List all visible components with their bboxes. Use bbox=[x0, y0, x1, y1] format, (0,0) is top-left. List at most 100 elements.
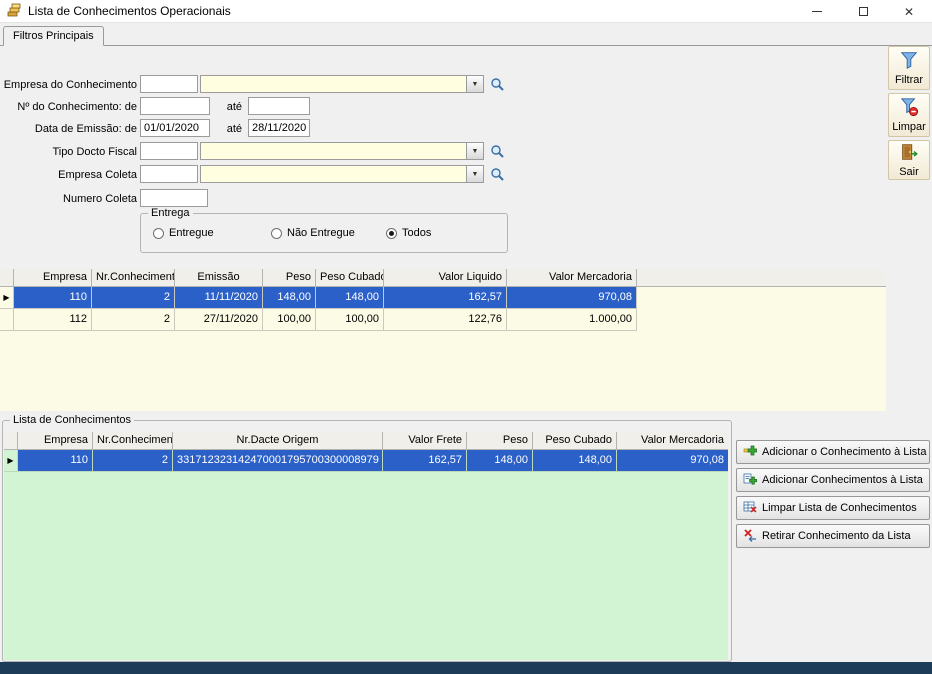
filtrar-label: Filtrar bbox=[895, 74, 923, 86]
cell-valor-mercadoria[interactable]: 970,08 bbox=[507, 287, 637, 309]
data-emissao-de-input[interactable] bbox=[140, 119, 210, 137]
table-row[interactable]: 112 2 27/11/2020 100,00 100,00 122,76 1.… bbox=[0, 309, 886, 331]
column-header-filler bbox=[637, 269, 886, 287]
filter-icon bbox=[899, 50, 919, 73]
close-icon: ✕ bbox=[904, 6, 914, 18]
empresa-coleta-combo[interactable]: ▼ bbox=[200, 165, 484, 183]
entrega-group-label: Entrega bbox=[148, 207, 193, 219]
chevron-down-icon[interactable]: ▼ bbox=[466, 143, 483, 159]
conhecimentos-grid: Empresa Nr.Conhecimento Emissão Peso Pes… bbox=[0, 269, 886, 411]
empresa-coleta-label: Empresa Coleta bbox=[0, 169, 137, 181]
radio-nao-entregue[interactable]: Não Entregue bbox=[271, 227, 355, 239]
num-conhecimento-de-input[interactable] bbox=[140, 97, 210, 115]
window-controls: ✕ bbox=[794, 0, 932, 23]
row-indicator-icon: ▶ bbox=[7, 456, 13, 465]
cell-empresa[interactable]: 110 bbox=[14, 287, 92, 309]
cell-empresa[interactable]: 112 bbox=[14, 309, 92, 331]
cell-valor-liquido[interactable]: 122,76 bbox=[384, 309, 507, 331]
button-label: Adicionar o Conhecimento à Lista bbox=[762, 446, 926, 458]
empresa-conhecimento-code-input[interactable] bbox=[140, 75, 198, 93]
column-header: Peso bbox=[263, 269, 316, 287]
empresa-coleta-code-input[interactable] bbox=[140, 165, 198, 183]
radio-entregue[interactable]: Entregue bbox=[153, 227, 214, 239]
lista-grid-header: Empresa Nr.Conhecimento Nr.Dacte Origem … bbox=[4, 432, 728, 450]
row-indicator: ▶ bbox=[4, 450, 18, 472]
cell-nr-conhecimento[interactable]: 2 bbox=[93, 450, 173, 472]
limpar-lista-button[interactable]: Limpar Lista de Conhecimentos bbox=[736, 496, 930, 520]
window-title: Lista de Conhecimentos Operacionais bbox=[28, 4, 231, 18]
radio-todos[interactable]: Todos bbox=[386, 227, 431, 239]
cell-emissao[interactable]: 27/11/2020 bbox=[175, 309, 263, 331]
conhecimentos-grid-header: Empresa Nr.Conhecimento Emissão Peso Pes… bbox=[0, 269, 886, 287]
column-header: Valor Mercadoria bbox=[617, 432, 728, 450]
tipo-docto-label: Tipo Docto Fiscal bbox=[0, 146, 137, 158]
empresa-conhecimento-search-icon[interactable] bbox=[490, 77, 505, 92]
radio-nao-entregue-label: Não Entregue bbox=[287, 227, 355, 239]
filtrar-button[interactable]: Filtrar bbox=[888, 46, 930, 90]
entrega-groupbox: Entrega Entregue Não Entregue Todos bbox=[140, 213, 508, 253]
cell-peso-cubado[interactable]: 148,00 bbox=[533, 450, 617, 472]
cell-peso[interactable]: 100,00 bbox=[263, 309, 316, 331]
data-emissao-ate-input[interactable] bbox=[248, 119, 310, 137]
cell-peso[interactable]: 148,00 bbox=[467, 450, 533, 472]
column-header: Nr.Dacte Origem bbox=[173, 432, 383, 450]
chevron-down-icon[interactable]: ▼ bbox=[466, 166, 483, 182]
row-filler bbox=[637, 309, 886, 331]
table-row[interactable]: ▶ 110 2 11/11/2020 148,00 148,00 162,57 … bbox=[0, 287, 886, 309]
remove-item-icon bbox=[743, 528, 757, 545]
column-header: Valor Mercadoria bbox=[507, 269, 637, 287]
empresa-conhecimento-label: Empresa do Conhecimento bbox=[0, 79, 137, 91]
close-button[interactable]: ✕ bbox=[886, 0, 932, 23]
cell-valor-mercadoria[interactable]: 970,08 bbox=[617, 450, 728, 472]
column-header: Valor Liquido bbox=[384, 269, 507, 287]
add-item-icon bbox=[743, 444, 757, 461]
column-header: Peso Cubado bbox=[316, 269, 384, 287]
filter-clear-icon bbox=[899, 97, 919, 120]
cell-peso-cubado[interactable]: 100,00 bbox=[316, 309, 384, 331]
cell-valor-mercadoria[interactable]: 1.000,00 bbox=[507, 309, 637, 331]
button-label: Adicionar Conhecimentos à Lista bbox=[762, 474, 923, 486]
cell-empresa[interactable]: 110 bbox=[18, 450, 93, 472]
maximize-button[interactable] bbox=[840, 0, 886, 23]
minimize-button[interactable] bbox=[794, 0, 840, 23]
adicionar-conhecimentos-button[interactable]: Adicionar Conhecimentos à Lista bbox=[736, 468, 930, 492]
bottom-bar bbox=[0, 662, 932, 674]
cell-peso[interactable]: 148,00 bbox=[263, 287, 316, 309]
sair-button[interactable]: Sair bbox=[888, 140, 930, 180]
limpar-button[interactable]: Limpar bbox=[888, 93, 930, 137]
cell-valor-liquido[interactable]: 162,57 bbox=[384, 287, 507, 309]
title-bar: Lista de Conhecimentos Operacionais ✕ bbox=[0, 0, 932, 23]
app-icon bbox=[6, 3, 22, 19]
radio-entregue-label: Entregue bbox=[169, 227, 214, 239]
chevron-down-icon[interactable]: ▼ bbox=[466, 76, 483, 92]
numero-coleta-input[interactable] bbox=[140, 189, 208, 207]
num-conhecimento-ate-label: até bbox=[212, 101, 242, 113]
radio-todos-label: Todos bbox=[402, 227, 431, 239]
row-indicator bbox=[0, 309, 14, 331]
column-header: Empresa bbox=[18, 432, 93, 450]
cell-nr-dacte-origem[interactable]: 331712323142470001795700300008979 bbox=[173, 450, 383, 472]
cell-valor-frete[interactable]: 162,57 bbox=[383, 450, 467, 472]
add-items-icon bbox=[743, 472, 757, 489]
empresa-coleta-search-icon[interactable] bbox=[490, 167, 505, 182]
radio-circle-icon bbox=[271, 228, 282, 239]
tipo-docto-combo[interactable]: ▼ bbox=[200, 142, 484, 160]
tab-strip: Filtros Principais bbox=[0, 24, 932, 46]
tab-filtros-principais[interactable]: Filtros Principais bbox=[3, 26, 104, 46]
cell-emissao[interactable]: 11/11/2020 bbox=[175, 287, 263, 309]
adicionar-conhecimento-button[interactable]: Adicionar o Conhecimento à Lista bbox=[736, 440, 930, 464]
row-indicator: ▶ bbox=[0, 287, 14, 309]
row-filler bbox=[637, 287, 886, 309]
cell-nr-conhecimento[interactable]: 2 bbox=[92, 309, 175, 331]
empresa-conhecimento-combo[interactable]: ▼ bbox=[200, 75, 484, 93]
tipo-docto-code-input[interactable] bbox=[140, 142, 198, 160]
retirar-conhecimento-button[interactable]: Retirar Conhecimento da Lista bbox=[736, 524, 930, 548]
limpar-label: Limpar bbox=[892, 121, 926, 133]
column-header: Valor Frete bbox=[383, 432, 467, 450]
tipo-docto-search-icon[interactable] bbox=[490, 144, 505, 159]
indicator-column-header bbox=[4, 432, 18, 450]
num-conhecimento-ate-input[interactable] bbox=[248, 97, 310, 115]
table-row[interactable]: ▶ 110 2 33171232314247000179570030000897… bbox=[4, 450, 728, 472]
cell-peso-cubado[interactable]: 148,00 bbox=[316, 287, 384, 309]
cell-nr-conhecimento[interactable]: 2 bbox=[92, 287, 175, 309]
